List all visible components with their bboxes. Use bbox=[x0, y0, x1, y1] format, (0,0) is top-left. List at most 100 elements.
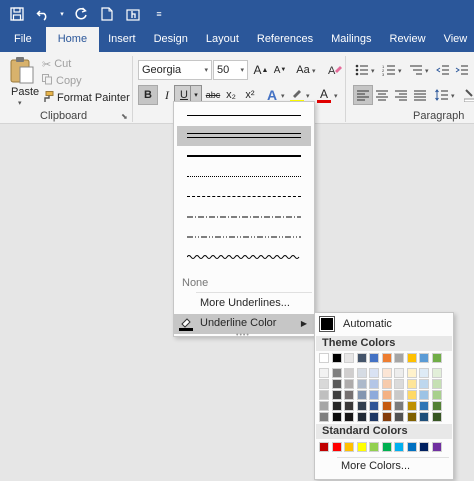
tab-view[interactable]: View bbox=[435, 27, 474, 52]
theme-color-swatch[interactable] bbox=[431, 368, 442, 378]
theme-color-swatch[interactable] bbox=[431, 412, 442, 422]
theme-color-swatch[interactable] bbox=[344, 368, 354, 378]
theme-color-swatch[interactable] bbox=[406, 412, 417, 422]
resize-grip-icon[interactable]: •••• bbox=[236, 332, 250, 339]
theme-color-swatch[interactable] bbox=[369, 368, 379, 378]
theme-color-swatch[interactable] bbox=[431, 353, 442, 363]
theme-color-swatch[interactable] bbox=[319, 379, 329, 389]
chevron-down-icon[interactable]: ▾ bbox=[425, 67, 429, 75]
theme-color-swatch[interactable] bbox=[406, 353, 417, 363]
theme-color-swatch[interactable] bbox=[381, 368, 392, 378]
standard-color-swatch[interactable] bbox=[344, 442, 354, 452]
chevron-down-icon[interactable]: ▾ bbox=[312, 67, 316, 75]
align-left-icon[interactable] bbox=[353, 85, 373, 105]
underline-style-single[interactable] bbox=[177, 106, 311, 126]
underline-style-thick[interactable] bbox=[177, 147, 311, 167]
standard-color-swatch[interactable] bbox=[331, 442, 342, 452]
theme-color-swatch[interactable] bbox=[369, 401, 379, 411]
cut-button[interactable]: ✂ Cut bbox=[42, 56, 71, 72]
align-right-icon[interactable] bbox=[391, 85, 411, 105]
theme-color-swatch[interactable] bbox=[344, 401, 354, 411]
theme-color-swatch[interactable] bbox=[369, 379, 379, 389]
theme-color-swatch[interactable] bbox=[319, 412, 329, 422]
multilevel-list-icon[interactable] bbox=[406, 60, 426, 80]
standard-color-swatch[interactable] bbox=[356, 442, 367, 452]
chevron-down-icon[interactable]: ▾ bbox=[204, 66, 208, 74]
theme-color-swatch[interactable] bbox=[406, 368, 417, 378]
more-colors-option[interactable]: More Colors... bbox=[341, 460, 410, 472]
theme-color-swatch[interactable] bbox=[431, 379, 442, 389]
theme-color-swatch[interactable] bbox=[331, 401, 342, 411]
theme-color-swatch[interactable] bbox=[356, 390, 367, 400]
theme-color-swatch[interactable] bbox=[381, 379, 392, 389]
chevron-down-icon[interactable]: ▾ bbox=[451, 92, 455, 100]
customize-toolbar-icon[interactable]: ≡ bbox=[148, 3, 170, 25]
font-size-box[interactable]: 50 ▾ bbox=[213, 60, 248, 80]
copy-button[interactable]: Copy bbox=[42, 73, 82, 89]
tab-home[interactable]: Home bbox=[45, 27, 100, 52]
chevron-down-icon[interactable]: ▾ bbox=[306, 92, 310, 100]
theme-color-swatch[interactable] bbox=[356, 368, 367, 378]
bold-button[interactable]: B bbox=[138, 85, 158, 105]
redo-icon[interactable] bbox=[70, 3, 92, 25]
underline-style-dashed[interactable] bbox=[177, 187, 311, 207]
theme-color-swatch[interactable] bbox=[419, 390, 429, 400]
theme-color-swatch[interactable] bbox=[431, 390, 442, 400]
theme-color-swatch[interactable] bbox=[381, 401, 392, 411]
underline-style-dot-dot-dash[interactable] bbox=[177, 228, 311, 248]
theme-color-swatch[interactable] bbox=[381, 353, 392, 363]
theme-color-swatch[interactable] bbox=[369, 390, 379, 400]
theme-color-swatch[interactable] bbox=[331, 368, 342, 378]
numbering-icon[interactable]: 123 bbox=[379, 60, 399, 80]
standard-color-swatch[interactable] bbox=[319, 442, 329, 452]
theme-color-swatch[interactable] bbox=[319, 368, 329, 378]
theme-color-swatch[interactable] bbox=[394, 390, 404, 400]
chevron-down-icon[interactable]: ▾ bbox=[371, 67, 375, 75]
chevron-down-icon[interactable]: ▾ bbox=[281, 92, 285, 100]
clipboard-launcher-icon[interactable]: ⬊ bbox=[121, 112, 128, 121]
shrink-font-icon[interactable]: A ▼ bbox=[270, 60, 290, 80]
chevron-down-icon[interactable]: ▾ bbox=[398, 67, 402, 75]
tab-references[interactable]: References bbox=[248, 27, 322, 52]
theme-color-swatch[interactable] bbox=[331, 390, 342, 400]
theme-color-swatch[interactable] bbox=[419, 368, 429, 378]
theme-color-swatch[interactable] bbox=[406, 379, 417, 389]
standard-color-swatch[interactable] bbox=[406, 442, 417, 452]
font-color-icon[interactable]: A bbox=[314, 85, 334, 105]
increase-indent-icon[interactable] bbox=[452, 60, 472, 80]
theme-color-swatch[interactable] bbox=[369, 412, 379, 422]
chevron-down-icon[interactable]: ▾ bbox=[334, 92, 338, 100]
theme-color-swatch[interactable] bbox=[431, 401, 442, 411]
tab-layout[interactable]: Layout bbox=[197, 27, 248, 52]
theme-color-swatch[interactable] bbox=[369, 353, 379, 363]
theme-color-swatch[interactable] bbox=[419, 412, 429, 422]
tab-design[interactable]: Design bbox=[145, 27, 197, 52]
grow-font-icon[interactable]: A ▲ bbox=[251, 60, 271, 80]
theme-color-swatch[interactable] bbox=[344, 379, 354, 389]
theme-color-swatch[interactable] bbox=[406, 401, 417, 411]
theme-color-swatch[interactable] bbox=[319, 353, 329, 363]
theme-color-swatch[interactable] bbox=[394, 379, 404, 389]
format-painter-button[interactable]: Format Painter bbox=[42, 90, 130, 106]
standard-color-swatch[interactable] bbox=[394, 442, 404, 452]
theme-color-swatch[interactable] bbox=[344, 412, 354, 422]
change-case-icon[interactable]: Aa bbox=[293, 60, 313, 80]
align-center-icon[interactable] bbox=[372, 85, 392, 105]
theme-color-swatch[interactable] bbox=[356, 353, 367, 363]
theme-color-swatch[interactable] bbox=[394, 368, 404, 378]
more-underlines-option[interactable]: More Underlines... bbox=[200, 297, 290, 309]
line-spacing-icon[interactable] bbox=[432, 85, 452, 105]
undo-dropdown-icon[interactable]: ▾ bbox=[58, 3, 66, 25]
shading-icon[interactable] bbox=[460, 85, 474, 105]
theme-color-swatch[interactable] bbox=[394, 412, 404, 422]
theme-color-swatch[interactable] bbox=[419, 379, 429, 389]
theme-color-swatch[interactable] bbox=[394, 401, 404, 411]
standard-color-swatch[interactable] bbox=[369, 442, 379, 452]
paste-dropdown-icon[interactable]: ▾ bbox=[18, 99, 22, 107]
theme-color-swatch[interactable] bbox=[419, 401, 429, 411]
theme-color-swatch[interactable] bbox=[356, 379, 367, 389]
theme-color-swatch[interactable] bbox=[381, 412, 392, 422]
underline-style-dot-dash[interactable] bbox=[177, 208, 311, 228]
theme-color-swatch[interactable] bbox=[344, 390, 354, 400]
theme-color-swatch[interactable] bbox=[331, 379, 342, 389]
